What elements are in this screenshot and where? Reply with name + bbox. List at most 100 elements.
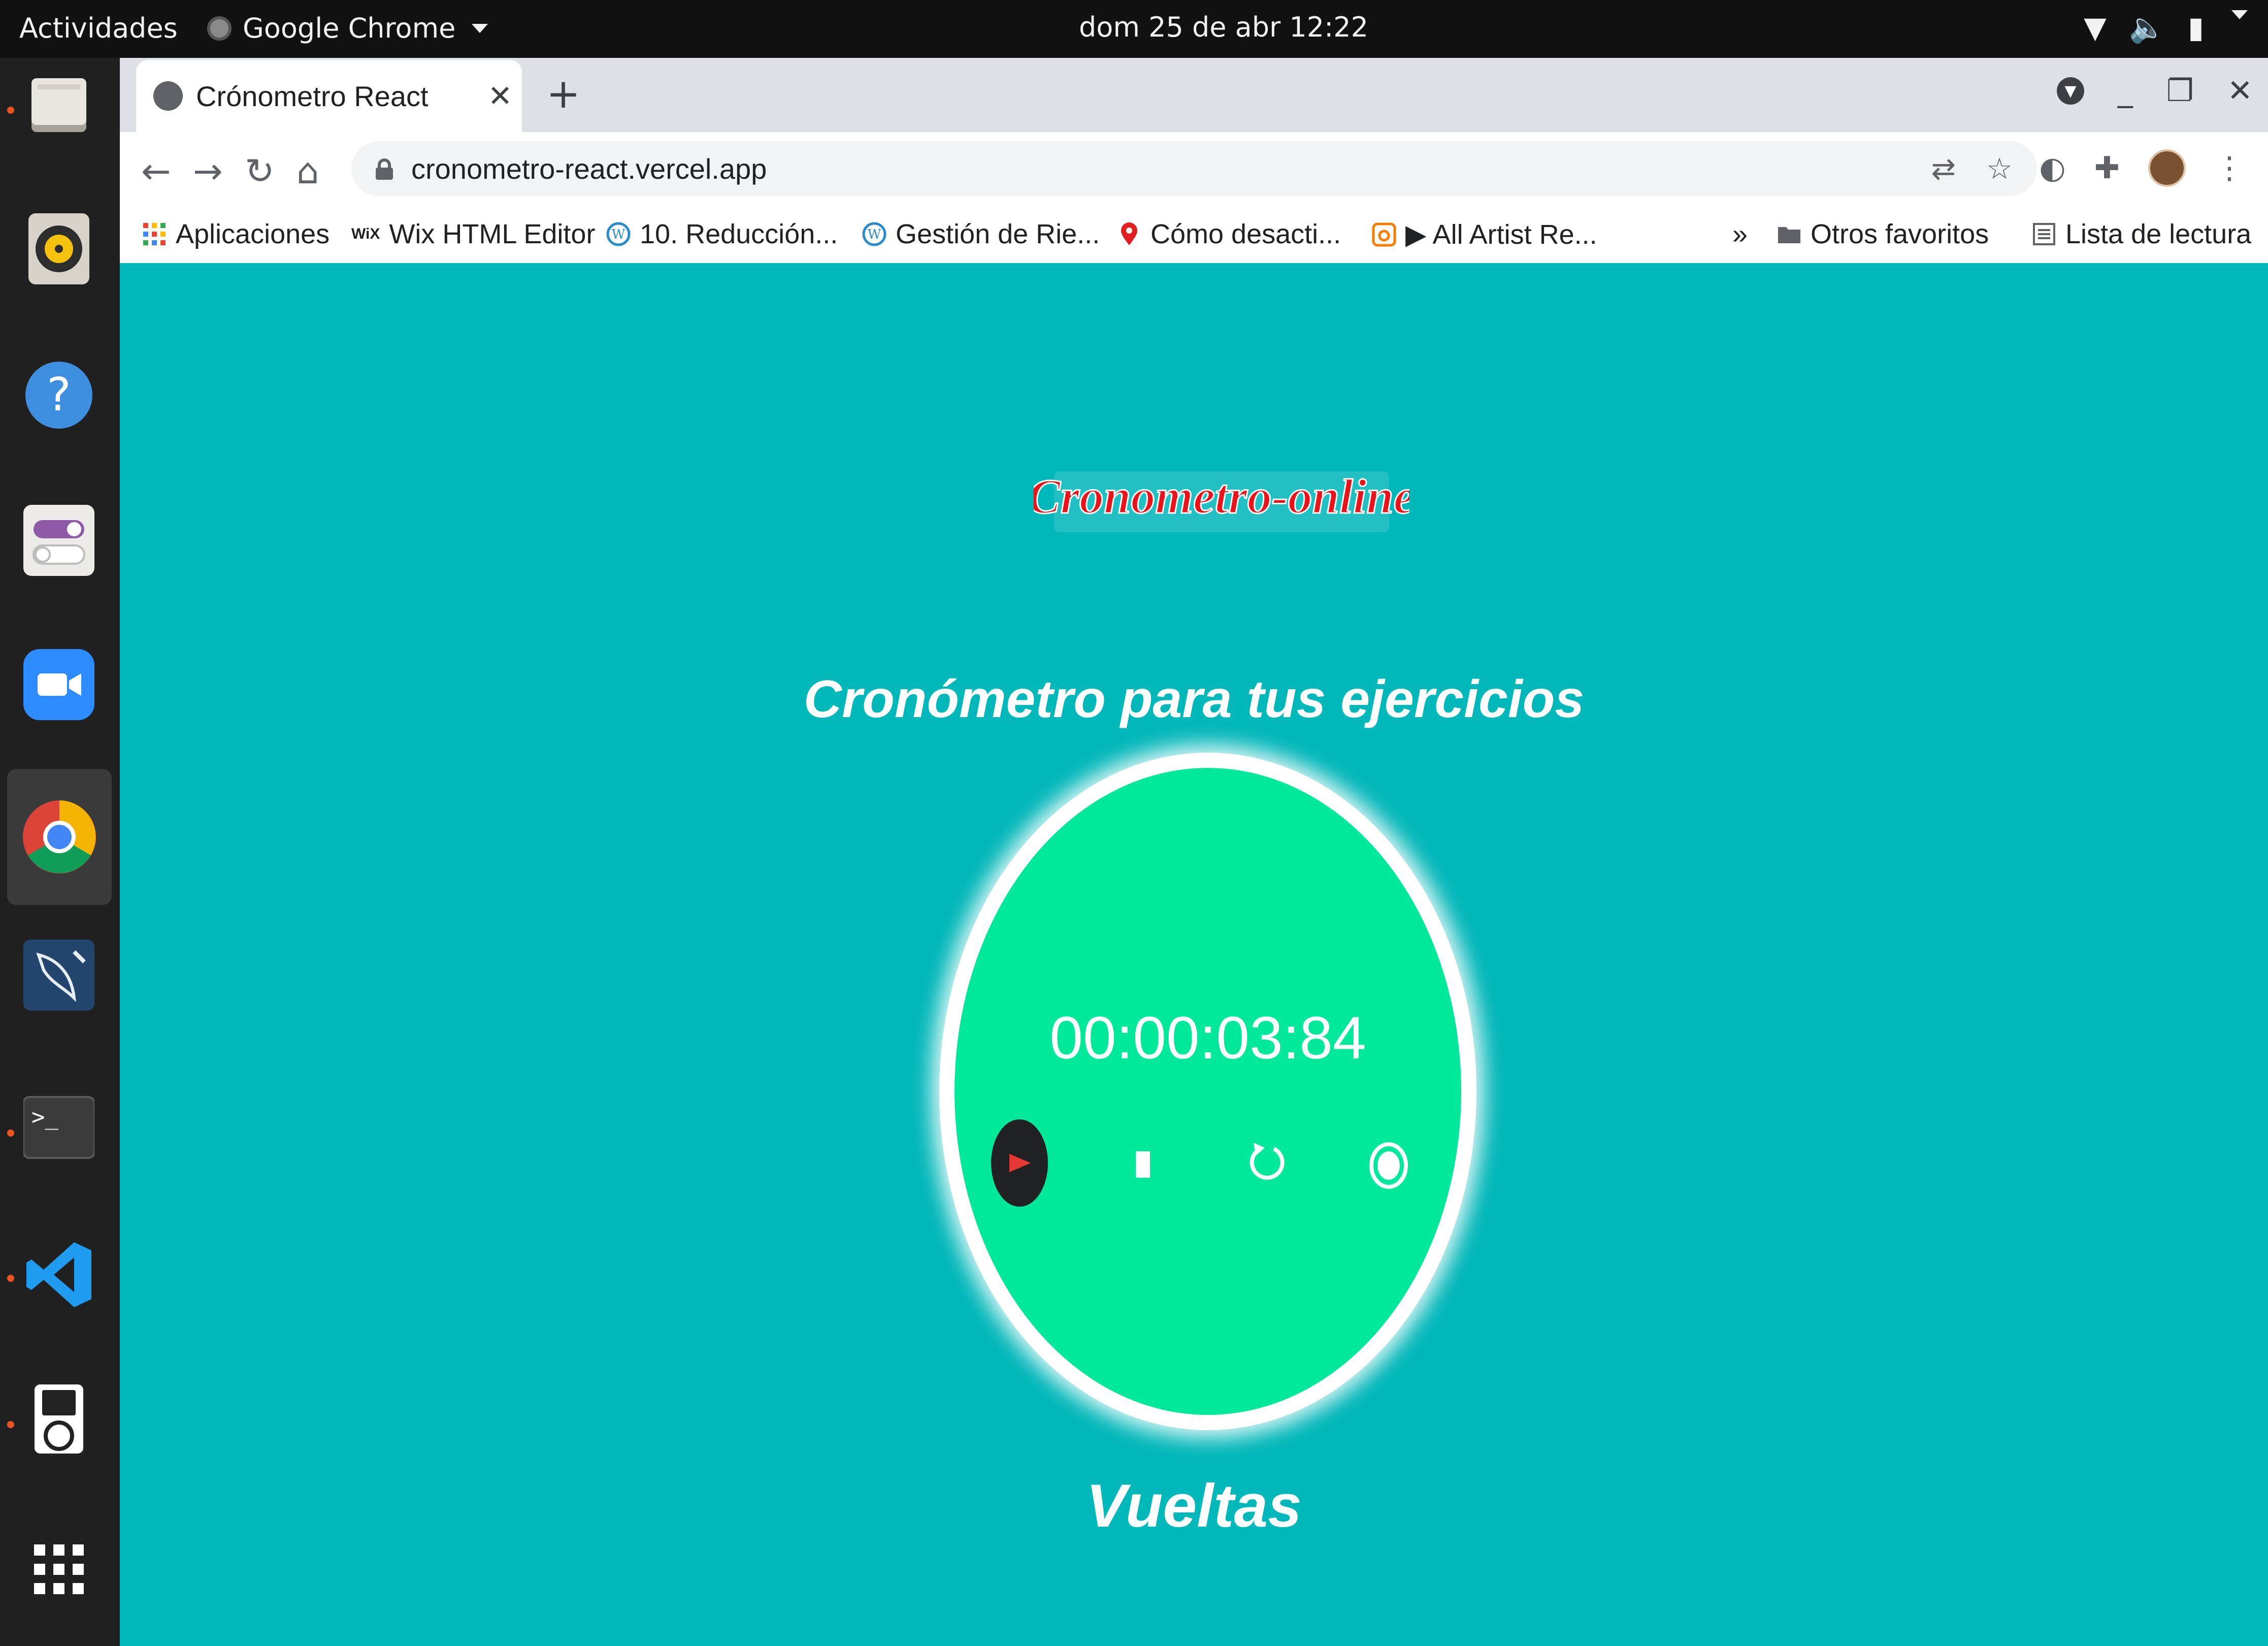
volume-icon: 🔈 (2128, 10, 2166, 45)
system-tray[interactable]: ▼ 🔈 ▮ (2084, 10, 2248, 45)
bookmark-gestion[interactable]: W Gestión de Rie... (862, 218, 1100, 250)
globe-icon (153, 81, 183, 111)
apps-grid-icon (143, 223, 166, 245)
tab-cronometro[interactable]: Crónometro React ✕ (136, 60, 522, 132)
rhythmbox-icon[interactable] (20, 210, 97, 287)
page-subtitle: Cronómetro para tus ejercicios (803, 670, 1585, 729)
bookmark-folder-otros-favoritos[interactable]: Otros favoritos (1777, 218, 1989, 250)
bookmark-label: 10. Reducción... (640, 219, 838, 249)
lap-button[interactable] (1363, 1133, 1415, 1199)
reading-list-icon (2033, 223, 2055, 245)
vscode-icon[interactable] (20, 1236, 97, 1313)
home-icon[interactable]: ⌂ (297, 150, 319, 192)
reset-icon (1250, 1143, 1285, 1180)
bookmark-label: Cómo desacti... (1151, 219, 1341, 249)
chrome-icon[interactable] (7, 769, 112, 905)
mysql-workbench-icon[interactable] (20, 937, 97, 1014)
close-tab-icon[interactable]: ✕ (482, 79, 518, 113)
bookmark-label: Otros favoritos (1811, 219, 1989, 249)
bookmark-all-artist[interactable]: ▶ All Artist Re... (1372, 218, 1597, 250)
translate-icon[interactable]: ⇄ (1931, 151, 1956, 186)
lock-icon[interactable] (376, 158, 393, 180)
bookmark-label: ▶ All Artist Re... (1405, 219, 1597, 250)
app-menu-label: Google Chrome (243, 12, 456, 44)
play-button[interactable] (991, 1119, 1048, 1207)
tab-search-icon[interactable]: ▼ (2056, 77, 2084, 105)
chrome-mini-icon (207, 16, 232, 41)
chevron-down-icon (472, 23, 488, 33)
bookmark-label: Wix HTML Editor (389, 219, 596, 249)
audio-icon (1372, 222, 1396, 246)
running-indicator (7, 1275, 14, 1282)
restore-icon[interactable]: ❐ (2166, 73, 2194, 109)
stopwatch-time: 00:00:03:84 (1049, 1005, 1366, 1072)
reload-icon[interactable]: ↻ (245, 150, 275, 192)
cronometro-online-logo: Cronometro-online (1034, 469, 1409, 532)
tab-title: Crónometro React (196, 80, 429, 112)
bookmark-reduccion[interactable]: W 10. Reducción... (606, 218, 838, 250)
zoom-icon[interactable] (20, 646, 97, 723)
extensions-puzzle-icon[interactable]: ✚ (2094, 150, 2120, 186)
battery-icon: ▮ (2188, 10, 2204, 45)
extension-area: ◐ ✚ ⋮ (2039, 149, 2245, 187)
bookmark-aplicaciones[interactable]: Aplicaciones (142, 218, 330, 250)
stop-icon (1136, 1151, 1150, 1178)
help-icon[interactable]: ? (20, 357, 97, 434)
profile-avatar[interactable] (2148, 149, 2186, 187)
stop-button[interactable] (1125, 1137, 1161, 1192)
back-icon[interactable]: ← (141, 150, 171, 192)
bookmark-label: Aplicaciones (176, 219, 330, 249)
page-content: Cronometro-online Cronómetro para tus ej… (120, 263, 2268, 1646)
wordpress-icon: W (862, 222, 886, 246)
files-icon[interactable] (20, 67, 97, 144)
bookmark-como-desactivar[interactable]: Cómo desacti... (1117, 218, 1341, 250)
browser-window: Crónometro React ✕ + ▼ _ ❐ ✕ ← → ↻ ⌂ cro… (120, 58, 2268, 1646)
app-grid-icon[interactable] (20, 1531, 97, 1608)
address-bar[interactable]: cronometro-react.vercel.app ⇄ ☆ (351, 141, 2037, 196)
reset-button[interactable] (1240, 1126, 1296, 1198)
svg-text:W: W (868, 227, 881, 242)
new-tab-button[interactable]: + (546, 70, 580, 117)
system-menu-caret-icon (2231, 10, 2248, 19)
laps-heading: Vueltas (1086, 1472, 1302, 1540)
bookmark-label: Gestión de Rie... (896, 219, 1100, 249)
url-text[interactable]: cronometro-react.vercel.app (411, 152, 1931, 185)
ipod-icon[interactable] (20, 1380, 97, 1458)
play-icon (1009, 1154, 1031, 1172)
running-indicator (7, 1421, 14, 1428)
activities-button[interactable]: Actividades (19, 12, 178, 44)
system-top-bar: Actividades Google Chrome dom 25 de abr … (0, 0, 2268, 58)
svg-text:>_: >_ (31, 1104, 58, 1130)
app-menu[interactable]: Google Chrome (207, 12, 488, 44)
forward-icon[interactable]: → (193, 150, 223, 192)
close-window-icon[interactable]: ✕ (2227, 73, 2253, 109)
running-indicator (7, 1129, 14, 1137)
wifi-icon: ▼ (2084, 10, 2107, 45)
bookmark-star-icon[interactable]: ☆ (1986, 151, 2013, 186)
dock: ? >_ (0, 58, 120, 1646)
lap-icon (1369, 1142, 1408, 1189)
tweaks-icon[interactable] (20, 502, 97, 579)
menu-kebab-icon[interactable]: ⋮ (2214, 150, 2245, 186)
svg-text:?: ? (47, 368, 71, 422)
reading-list-button[interactable]: Lista de lectura (2032, 218, 2251, 250)
wordpress-icon: W (606, 222, 631, 246)
tab-strip: Crónometro React ✕ + ▼ _ ❐ ✕ (120, 58, 2268, 132)
extension-icon[interactable]: ◐ (2039, 150, 2065, 186)
bookmark-wix[interactable]: WiX Wix HTML Editor (351, 218, 595, 250)
minimize-icon[interactable]: _ (2118, 73, 2133, 109)
clock[interactable]: dom 25 de abr 12:22 (1079, 11, 1368, 43)
stopwatch-dial (939, 753, 1476, 1430)
window-controls: ▼ _ ❐ ✕ (2056, 73, 2253, 109)
svg-text:W: W (612, 227, 626, 242)
svg-text:Cronometro-online: Cronometro-online (1034, 469, 1409, 524)
running-indicator (7, 107, 14, 114)
browser-toolbar: ← → ↻ ⌂ cronometro-react.vercel.app ⇄ ☆ … (120, 132, 2268, 204)
wix-icon: WiX (351, 225, 380, 242)
map-pin-icon (1121, 222, 1137, 245)
bookmarks-bar: Aplicaciones WiX Wix HTML Editor W 10. R… (120, 204, 2268, 264)
bookmarks-overflow-button[interactable]: » (1732, 218, 1748, 250)
bookmark-label: Lista de lectura (2065, 219, 2252, 249)
folder-icon (1778, 227, 1800, 243)
terminal-icon[interactable]: >_ (20, 1089, 97, 1166)
